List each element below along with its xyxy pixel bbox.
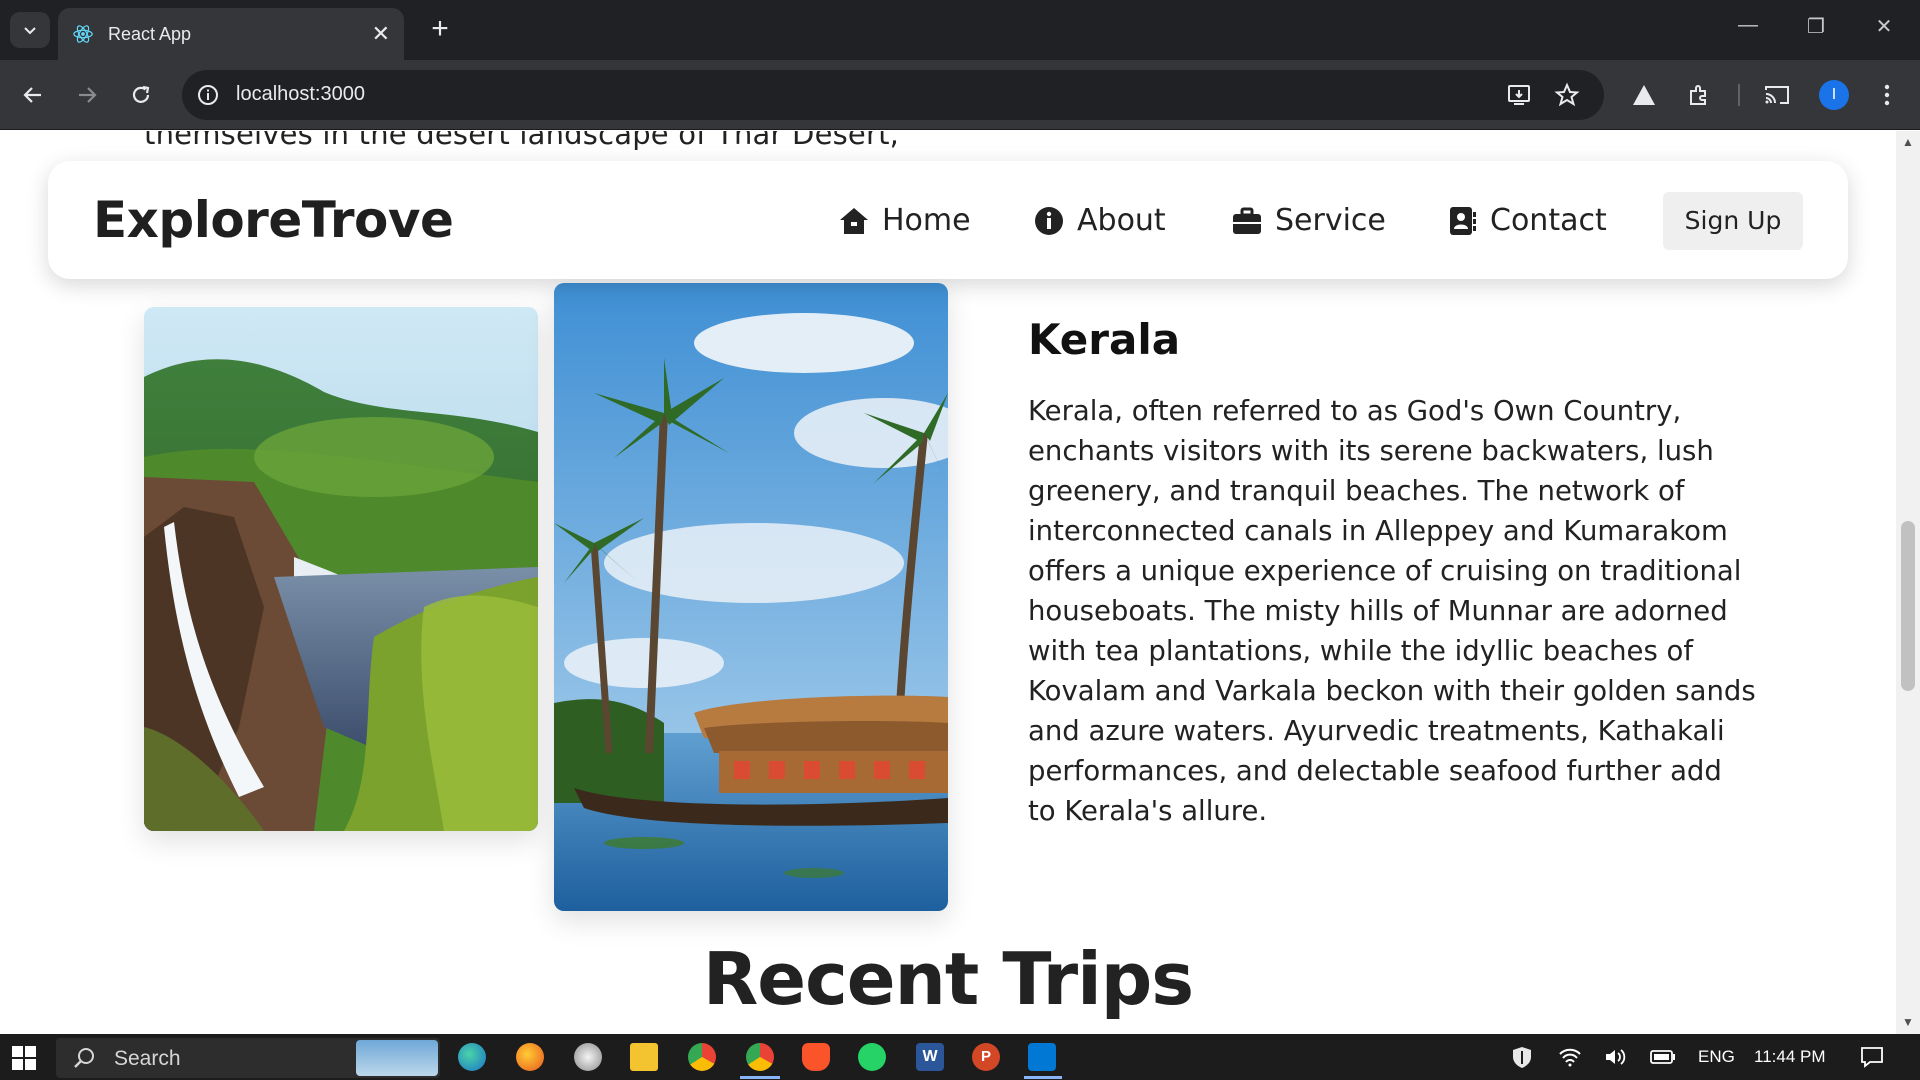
whatsapp-app-icon[interactable] <box>858 1043 886 1071</box>
puzzle-icon <box>1690 85 1706 105</box>
volume-icon[interactable] <box>1604 1047 1628 1067</box>
clock-time[interactable]: 11:44 PM <box>1754 1047 1826 1067</box>
address-bar[interactable]: localhost:3000 <box>182 70 1604 120</box>
info-icon <box>1035 206 1063 235</box>
scroll-down-icon[interactable]: ▼ <box>1896 1015 1920 1029</box>
powerpoint-app-icon[interactable]: P <box>972 1043 1000 1071</box>
reload-button[interactable] <box>124 78 158 112</box>
wifi-icon[interactable] <box>1558 1047 1582 1067</box>
page-scrollbar[interactable]: ▲ ▼ <box>1896 131 1920 1034</box>
reload-icon <box>132 85 150 103</box>
active-app-indicator <box>740 1076 780 1079</box>
file-explorer-icon[interactable] <box>630 1043 658 1071</box>
home-icon <box>840 207 868 234</box>
windows-start-icon[interactable] <box>12 1046 36 1070</box>
security-shield-icon[interactable] <box>1510 1045 1534 1069</box>
back-button[interactable] <box>16 78 50 112</box>
word-app-icon[interactable]: W <box>916 1043 944 1071</box>
scrollbar-thumb[interactable] <box>1901 521 1915 691</box>
active-app-indicator-2 <box>1024 1076 1062 1079</box>
destination-description: Kerala, often referred to as God's Own C… <box>1028 395 1756 827</box>
cast-button[interactable] <box>1760 78 1794 112</box>
recent-trips-heading: Recent Trips <box>702 937 1194 1021</box>
close-tab-icon[interactable]: ✕ <box>372 21 390 47</box>
arrow-left-icon <box>23 87 41 103</box>
react-logo-icon <box>73 25 93 43</box>
sign-up-button[interactable]: Sign Up <box>1663 192 1803 250</box>
previous-section-text: themselves in the desert landscape of Th… <box>144 131 900 151</box>
taskbar-search-label: Search <box>114 1047 181 1070</box>
bookmark-star-icon[interactable] <box>1554 82 1580 108</box>
minimize-icon[interactable]: — <box>1728 14 1768 37</box>
chevron-down-icon <box>24 27 36 35</box>
page-viewport: themselves in the desert landscape of Th… <box>0 131 1920 1034</box>
browser-tab-bar: React App ✕ + — ❐ ✕ <box>0 0 1920 60</box>
nav-home-link[interactable]: Home <box>838 203 971 238</box>
tab-search-button[interactable] <box>10 12 50 48</box>
notification-icon[interactable] <box>1860 1045 1884 1069</box>
more-vertical-icon <box>1884 84 1890 106</box>
browser-menu-button[interactable] <box>1870 78 1904 112</box>
briefcase-icon <box>1233 207 1261 234</box>
chrome-active-app-icon[interactable] <box>746 1043 774 1071</box>
nav-home-label: Home <box>882 203 971 238</box>
app-icon-3[interactable] <box>574 1043 602 1071</box>
tab-title: React App <box>108 23 192 44</box>
site-info-icon[interactable] <box>196 83 220 107</box>
battery-icon[interactable] <box>1650 1049 1676 1065</box>
browser-toolbar: localhost:3000 I <box>0 60 1920 130</box>
scroll-up-icon[interactable]: ▲ <box>1896 135 1920 149</box>
taskbar-search-box[interactable]: Search <box>56 1038 440 1078</box>
contact-book-icon <box>1450 206 1476 235</box>
edge-app-icon[interactable] <box>458 1043 486 1071</box>
browser-tab-active[interactable]: React App ✕ <box>58 8 404 60</box>
vscode-app-icon[interactable] <box>1028 1043 1056 1071</box>
new-tab-button[interactable]: + <box>424 14 456 46</box>
drive-extension-button[interactable] <box>1627 78 1661 112</box>
extensions-button[interactable] <box>1682 78 1716 112</box>
toolbar-divider <box>1738 84 1740 106</box>
firefox-app-icon[interactable] <box>516 1043 544 1071</box>
triangle-extension-icon <box>1633 85 1655 105</box>
nav-about-label: About <box>1077 203 1166 238</box>
language-indicator[interactable]: ENG <box>1698 1047 1735 1067</box>
profile-avatar[interactable]: I <box>1819 80 1849 110</box>
windows-taskbar: Search W P ENG 11:44 PM <box>0 1034 1920 1080</box>
url-text[interactable]: localhost:3000 <box>236 83 365 106</box>
cast-icon <box>1765 86 1789 104</box>
search-icon <box>74 1048 94 1068</box>
restore-icon[interactable]: ❐ <box>1796 14 1836 39</box>
forward-button[interactable] <box>70 78 104 112</box>
nav-contact-link[interactable]: Contact <box>1446 203 1607 238</box>
nav-contact-label: Contact <box>1490 203 1607 238</box>
nav-service-label: Service <box>1275 203 1386 238</box>
kerala-waterfall-image <box>144 307 538 831</box>
site-logo[interactable]: ExploreTrove <box>93 191 454 249</box>
close-window-icon[interactable]: ✕ <box>1864 14 1904 39</box>
chrome-app-icon[interactable] <box>688 1043 716 1071</box>
nav-service-link[interactable]: Service <box>1231 203 1386 238</box>
site-navbar: ExploreTrove Home About Service Contact … <box>48 161 1848 279</box>
kerala-houseboat-image <box>554 283 948 911</box>
nav-about-link[interactable]: About <box>1033 203 1166 238</box>
search-highlight-image <box>356 1040 438 1076</box>
destination-title: Kerala <box>1028 315 1181 364</box>
arrow-right-icon <box>79 87 97 103</box>
brave-app-icon[interactable] <box>802 1043 830 1071</box>
install-app-icon[interactable] <box>1506 82 1532 108</box>
